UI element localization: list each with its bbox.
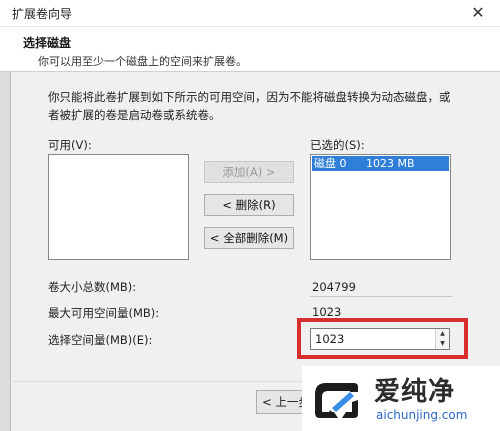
watermark-logo-icon xyxy=(315,383,358,418)
add-button[interactable]: 添加(A) > xyxy=(204,161,294,183)
available-listbox[interactable] xyxy=(48,154,189,260)
total-size-label: 卷大小总数(MB): xyxy=(48,280,137,294)
watermark-url: aichunjing.com xyxy=(376,408,468,422)
window-title: 扩展卷向导 xyxy=(12,7,73,21)
max-space-label: 最大可用空间量(MB): xyxy=(48,306,160,320)
selected-label: 已选的(S): xyxy=(310,138,365,152)
watermark: 爱纯净 aichunjing.com xyxy=(302,366,500,431)
header-title: 选择磁盘 xyxy=(23,36,72,50)
list-item-disk: 磁盘 0 xyxy=(314,157,347,170)
available-label: 可用(V): xyxy=(48,138,92,152)
select-space-label: 选择空间量(MB)(E): xyxy=(48,333,153,347)
description-text: 你只能将此卷扩展到如下所示的可用空间，因为不能将磁盘转换为动态磁盘，或者被扩展的… xyxy=(48,90,451,122)
selected-listbox[interactable]: 磁盘 0 1023 MB xyxy=(310,154,451,260)
title-bar: 扩展卷向导 ✕ xyxy=(0,0,500,27)
close-icon[interactable]: ✕ xyxy=(456,0,500,26)
wizard-header: 选择磁盘 你可以用至少一个磁盘上的空间来扩展卷。 xyxy=(0,27,500,72)
highlight-box xyxy=(297,318,468,359)
watermark-name: 爱纯净 xyxy=(374,377,456,407)
remove-button[interactable]: < 删除(R) xyxy=(204,194,294,216)
total-size-value: 204799 xyxy=(310,278,452,297)
remove-all-button[interactable]: < 全部删除(M) xyxy=(204,227,294,249)
header-subtitle: 你可以用至少一个磁盘上的空间来扩展卷。 xyxy=(38,55,247,68)
list-item[interactable]: 磁盘 0 1023 MB xyxy=(312,156,449,171)
list-item-size: 1023 MB xyxy=(366,157,415,170)
